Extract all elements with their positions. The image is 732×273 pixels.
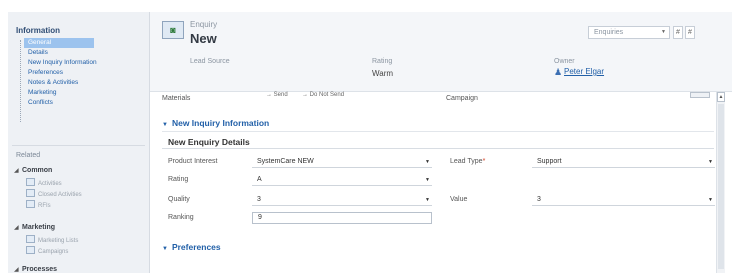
- form-scrollbar[interactable]: ▲: [716, 92, 725, 273]
- section-preferences[interactable]: ▼ Preferences: [162, 242, 221, 252]
- sidebar-heading-information: Information: [16, 26, 60, 35]
- sidebar-item-marketing-lists[interactable]: Marketing Lists: [26, 235, 78, 246]
- sidebar-group-common[interactable]: ◢ Common: [14, 167, 52, 174]
- quality-select[interactable]: 3 ▼: [252, 194, 432, 206]
- collapse-triangle-icon: ◢: [14, 267, 19, 273]
- sidebar-item-rfis-label: RFIs: [38, 203, 51, 209]
- sidebar-nav: General Details New Inquiry Information …: [16, 38, 142, 108]
- sidebar-item-new-inquiry-information[interactable]: New Inquiry Information: [16, 58, 142, 68]
- value-value: 3: [537, 196, 541, 203]
- materials-do-not-send-label: Do Not Send: [309, 92, 345, 98]
- sidebar-item-campaigns[interactable]: Campaigns: [26, 246, 68, 257]
- header-rating-label: Rating: [372, 58, 393, 65]
- collapse-triangle-icon: ◢: [14, 168, 19, 174]
- enquiry-entity-icon: ◙: [162, 21, 184, 39]
- lead-type-label: Lead Type*: [450, 158, 485, 165]
- sidebar-item-general[interactable]: General: [24, 38, 94, 48]
- product-interest-label: Product Interest: [168, 158, 218, 165]
- do-not-send-arrow-icon: →: [302, 92, 310, 98]
- section-divider: [162, 131, 714, 132]
- sidebar-divider: [12, 145, 145, 146]
- value-label: Value: [450, 196, 468, 203]
- collapse-triangle-icon: ◢: [14, 225, 19, 231]
- chevron-down-icon: ▼: [661, 29, 666, 35]
- campaigns-icon: [26, 246, 35, 254]
- form-selector[interactable]: Enquiries ▼: [588, 26, 670, 39]
- product-interest-select[interactable]: SystemCare NEW ▼: [252, 156, 432, 168]
- sidebar-item-notes-activities[interactable]: Notes & Activities: [16, 78, 142, 88]
- sidebar-item-activities[interactable]: Activities: [26, 178, 62, 189]
- campaign-lookup-control[interactable]: [690, 92, 710, 98]
- sidebar-item-conflicts[interactable]: Conflicts: [16, 98, 142, 108]
- header-rating-value: Warm: [372, 69, 394, 78]
- rfis-icon: [26, 200, 35, 208]
- sidebar-group-common-label: Common: [22, 167, 53, 174]
- collapse-triangle-icon: ▼: [162, 122, 168, 128]
- scroll-up-arrow-icon[interactable]: ▲: [717, 92, 725, 102]
- pin-button[interactable]: #: [673, 26, 683, 39]
- sidebar-item-closed-activities[interactable]: Closed Activities: [26, 189, 82, 200]
- marketing-lists-icon: [26, 235, 35, 243]
- chevron-down-icon: ▼: [425, 197, 430, 203]
- subsection-new-enquiry-details: New Enquiry Details: [168, 137, 250, 147]
- owner-link[interactable]: Peter Elgar: [564, 67, 604, 76]
- rating-value: A: [257, 176, 262, 183]
- user-icon: ♟: [554, 67, 563, 77]
- product-interest-value: SystemCare NEW: [257, 158, 314, 165]
- lead-type-select[interactable]: Support ▼: [532, 156, 715, 168]
- section-preferences-title: Preferences: [171, 242, 221, 252]
- materials-label: Materials: [162, 95, 191, 102]
- sidebar-item-campaigns-label: Campaigns: [38, 249, 69, 255]
- quality-label: Quality: [168, 196, 190, 203]
- sidebar-item-details[interactable]: Details: [16, 48, 142, 58]
- sidebar-group-processes[interactable]: ◢ Processes: [14, 266, 57, 273]
- required-asterisk: *: [482, 158, 486, 165]
- materials-do-not-send-option[interactable]: → Do Not Send: [302, 92, 344, 98]
- sidebar-item-activities-label: Activities: [38, 181, 62, 187]
- sidebar-item-marketing-lists-label: Marketing Lists: [38, 238, 79, 244]
- ranking-input[interactable]: 9: [252, 212, 432, 224]
- sidebar-item-closed-activities-label: Closed Activities: [38, 192, 82, 198]
- sidebar: Information General Details New Inquiry …: [8, 12, 150, 273]
- sidebar-item-preferences[interactable]: Preferences: [16, 68, 142, 78]
- section-new-inquiry-information[interactable]: ▼ New Inquiry Information: [162, 118, 269, 128]
- closed-activities-icon: [26, 189, 35, 197]
- lead-type-label-text: Lead Type: [450, 158, 483, 165]
- value-select[interactable]: 3 ▼: [532, 194, 715, 206]
- rating-label: Rating: [168, 176, 189, 183]
- rating-select[interactable]: A ▼: [252, 174, 432, 186]
- owner-label: Owner: [554, 58, 575, 65]
- ranking-value: 9: [258, 214, 262, 221]
- scroll-thumb[interactable]: [718, 104, 724, 269]
- sidebar-group-processes-label: Processes: [22, 266, 58, 273]
- lead-type-value: Support: [537, 158, 562, 165]
- record-header: ◙ Enquiry New Lead Source Rating Warm Ow…: [150, 12, 732, 92]
- materials-send-label: Send: [273, 92, 288, 98]
- send-arrow-icon: →: [266, 92, 274, 98]
- chevron-down-icon: ▼: [425, 177, 430, 183]
- chevron-down-icon: ▼: [425, 159, 430, 165]
- sidebar-item-rfis[interactable]: RFIs: [26, 200, 51, 211]
- form-body: Materials → Send → Do Not Send Campaign …: [150, 92, 716, 273]
- ranking-label: Ranking: [168, 214, 194, 221]
- sidebar-group-marketing[interactable]: ◢ Marketing: [14, 224, 55, 231]
- chevron-down-icon: ▼: [708, 197, 713, 203]
- section-new-inquiry-information-title: New Inquiry Information: [171, 118, 270, 128]
- lead-source-label: Lead Source: [190, 58, 230, 65]
- campaign-label: Campaign: [446, 95, 478, 102]
- settings-button[interactable]: #: [685, 26, 695, 39]
- activities-icon: [26, 178, 35, 186]
- entity-type-label: Enquiry: [190, 20, 218, 29]
- form-selector-value: Enquiries: [594, 29, 624, 36]
- collapse-triangle-icon: ▼: [162, 246, 168, 252]
- sidebar-related-heading: Related: [16, 152, 41, 159]
- sidebar-item-marketing[interactable]: Marketing: [16, 88, 142, 98]
- materials-send-option[interactable]: → Send: [266, 92, 288, 98]
- record-title: New: [190, 31, 217, 46]
- quality-value: 3: [257, 196, 261, 203]
- subsection-divider: [162, 148, 714, 149]
- chevron-down-icon: ▼: [708, 159, 713, 165]
- sidebar-group-marketing-label: Marketing: [22, 224, 56, 231]
